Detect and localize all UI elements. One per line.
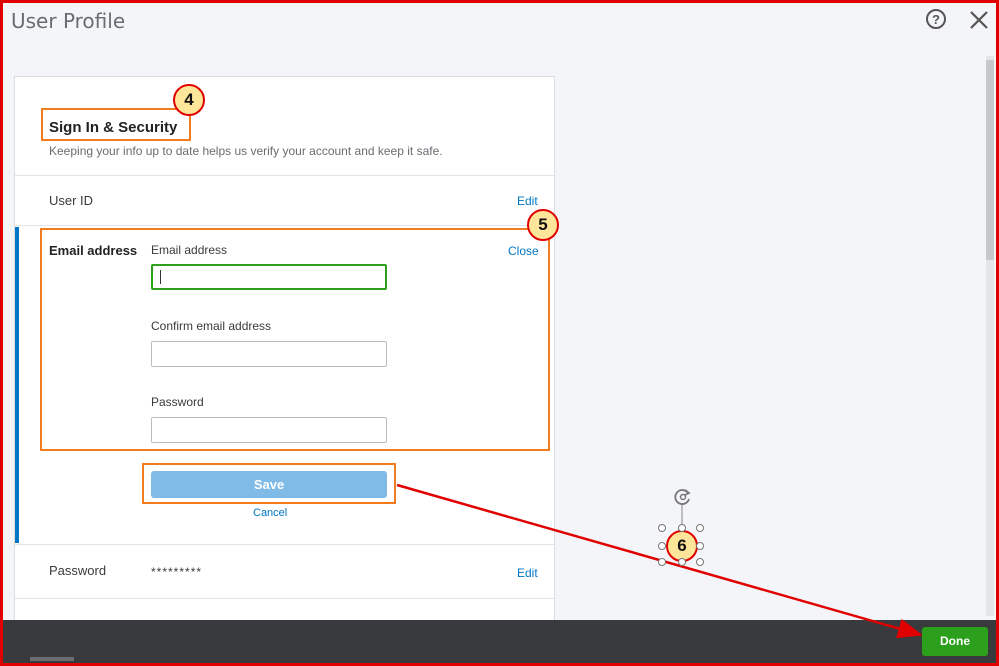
dialog-title: User Profile — [11, 9, 126, 33]
section-subtitle: Keeping your info up to date helps us ve… — [49, 144, 443, 158]
user-id-label: User ID — [49, 193, 94, 208]
step-badge-4: 4 — [173, 84, 205, 116]
password-masked-value: ********* — [151, 565, 203, 579]
email-row-label: Email address — [49, 243, 138, 258]
help-icon[interactable]: ? — [926, 9, 946, 29]
close-icon[interactable] — [968, 9, 990, 31]
divider — [15, 544, 554, 545]
user-id-edit-link[interactable]: Edit — [517, 194, 538, 208]
resize-handle — [696, 524, 704, 532]
active-row-indicator — [15, 227, 19, 543]
text-caret — [160, 270, 161, 284]
divider — [15, 175, 554, 176]
email-field-label: Email address — [151, 243, 228, 257]
resize-handle — [678, 558, 686, 566]
divider — [15, 225, 554, 226]
sign-in-security-card: Sign In & Security Keeping your info up … — [14, 76, 555, 636]
email-close-link[interactable]: Close — [508, 244, 539, 258]
resize-handle — [678, 524, 686, 532]
done-button[interactable]: Done — [922, 627, 988, 656]
password-edit-link[interactable]: Edit — [517, 566, 538, 580]
footer-tab-indicator — [30, 657, 74, 661]
password-row-label: Password — [49, 563, 107, 578]
confirm-email-label: Confirm email address — [151, 319, 272, 333]
divider — [15, 598, 554, 599]
rotate-icon — [674, 489, 691, 505]
cancel-link[interactable]: Cancel — [253, 507, 287, 519]
step-badge-5: 5 — [527, 209, 559, 241]
dialog-header: User Profile ? — [0, 0, 999, 46]
save-button[interactable]: Save — [151, 471, 387, 498]
resize-handle — [658, 542, 666, 550]
dialog-footer — [0, 620, 999, 666]
section-title: Sign In & Security — [49, 119, 178, 136]
resize-handle — [658, 558, 666, 566]
scrollbar-thumb[interactable] — [986, 60, 994, 260]
resize-handle — [696, 558, 704, 566]
email-field[interactable] — [151, 264, 387, 290]
resize-handle — [658, 524, 666, 532]
password-field-label: Password — [151, 395, 204, 409]
confirm-email-field[interactable] — [151, 341, 387, 367]
password-field[interactable] — [151, 417, 387, 443]
resize-handle — [696, 542, 704, 550]
